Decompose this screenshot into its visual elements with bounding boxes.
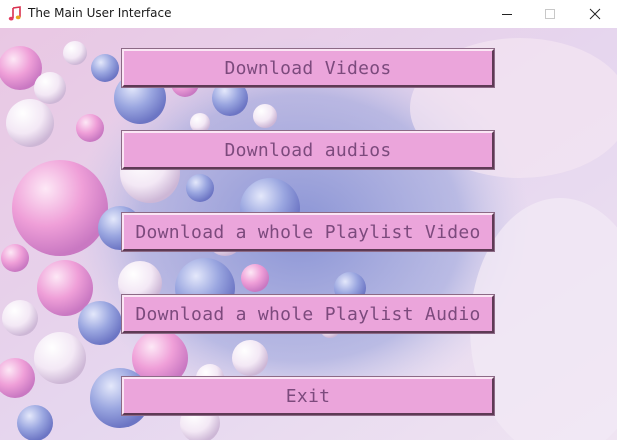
close-button[interactable]	[572, 0, 617, 28]
close-icon	[589, 5, 601, 24]
minimize-button[interactable]	[484, 0, 530, 28]
exit-button[interactable]: Exit	[122, 377, 494, 415]
app-window: The Main User Interface Download Videos …	[0, 0, 617, 440]
download-playlist-audio-button[interactable]: Download a whole Playlist Audio	[122, 295, 494, 333]
download-playlist-video-button[interactable]: Download a whole Playlist Video	[122, 213, 494, 251]
title-bar[interactable]: The Main User Interface	[0, 0, 617, 28]
maximize-icon	[544, 5, 556, 24]
main-panel: Download Videos Download audios Download…	[0, 28, 617, 440]
minimize-icon	[501, 5, 513, 24]
maximize-button[interactable]	[527, 0, 573, 28]
window-title: The Main User Interface	[28, 6, 172, 20]
download-videos-button[interactable]: Download Videos	[122, 49, 494, 87]
music-note-icon	[8, 6, 22, 22]
download-audios-button[interactable]: Download audios	[122, 131, 494, 169]
